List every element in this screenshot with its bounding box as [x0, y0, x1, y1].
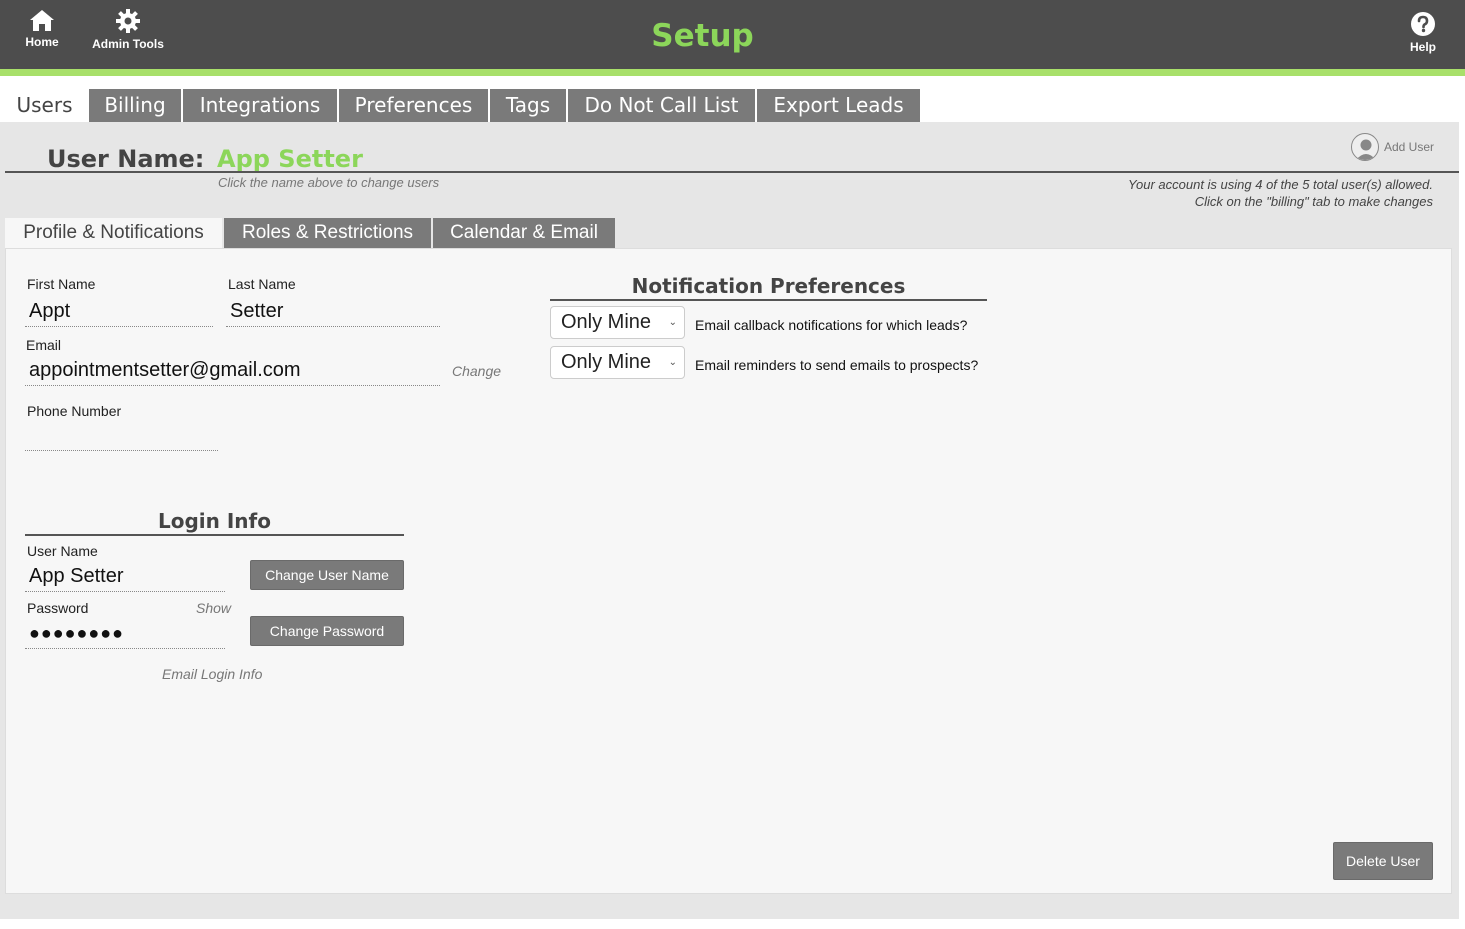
notification-preferences-title: Notification Preferences — [550, 274, 987, 301]
first-name-label: First Name — [27, 276, 96, 292]
email-reminder-label: Email reminders to send emails to prospe… — [695, 357, 979, 373]
help-nav-button[interactable]: Help — [1403, 11, 1443, 54]
current-user-selector[interactable]: App Setter — [217, 145, 363, 173]
top-bar: Home Admin Tools Setup Help — [0, 0, 1465, 69]
tab-preferences[interactable]: Preferences — [339, 89, 488, 122]
help-icon — [1411, 12, 1435, 36]
email-field[interactable]: appointmentsetter@gmail.com — [25, 356, 440, 386]
tab-integrations[interactable]: Integrations — [183, 89, 337, 122]
phone-number-label: Phone Number — [27, 403, 122, 419]
help-label: Help — [1409, 40, 1436, 54]
add-user-label: Add User — [1384, 140, 1435, 154]
tab-users[interactable]: Users — [0, 89, 89, 122]
show-password-link[interactable]: Show — [196, 600, 231, 616]
callback-notification-value: Only Mine — [561, 311, 652, 333]
callback-notification-label: Email callback notifications for which l… — [695, 317, 968, 333]
account-usage-info: Your account is using 4 of the 5 total u… — [1128, 176, 1433, 210]
first-name-field[interactable]: Appt — [25, 297, 213, 327]
password-label: Password — [27, 600, 89, 616]
callback-notification-select[interactable]: Only Mine ⌄ — [550, 306, 685, 339]
change-password-button[interactable]: Change Password — [250, 616, 404, 646]
chevron-down-icon: ⌄ — [668, 357, 677, 368]
subtab-calendar-email[interactable]: Calendar & Email — [433, 218, 615, 248]
change-username-button[interactable]: Change User Name — [250, 560, 404, 590]
user-avatar-icon — [1351, 133, 1379, 161]
last-name-field[interactable]: Setter — [226, 297, 440, 327]
email-label: Email — [26, 337, 62, 353]
account-usage-line: Your account is using 4 of the 5 total u… — [1128, 177, 1433, 192]
subtab-profile-notifications[interactable]: Profile & Notifications — [5, 218, 222, 248]
email-login-info-link[interactable]: Email Login Info — [162, 666, 262, 682]
login-info-title: Login Info — [25, 510, 404, 536]
profile-content: First Name Appt Last Name Setter Email a… — [5, 248, 1452, 894]
last-name-label: Last Name — [228, 276, 296, 292]
tab-export-leads[interactable]: Export Leads — [757, 89, 920, 122]
subtab-roles-restrictions[interactable]: Roles & Restrictions — [224, 218, 431, 248]
phone-number-field[interactable] — [25, 421, 218, 451]
users-panel: User Name: App Setter Click the name abo… — [0, 122, 1459, 919]
chevron-down-icon: ⌄ — [668, 317, 677, 328]
delete-user-button[interactable]: Delete User — [1333, 842, 1433, 880]
login-username-label: User Name — [27, 543, 98, 559]
user-header-divider — [5, 171, 1459, 173]
billing-hint-line: Click on the "billing" tab to make chang… — [1194, 194, 1433, 209]
change-user-hint: Click the name above to change users — [218, 175, 440, 190]
add-user-button[interactable]: Add User — [1351, 132, 1434, 162]
accent-divider — [0, 69, 1465, 76]
email-reminder-select[interactable]: Only Mine ⌄ — [550, 346, 685, 379]
change-email-link[interactable]: Change — [452, 363, 501, 379]
tab-do-not-call-list[interactable]: Do Not Call List — [568, 89, 755, 122]
page-title: Setup — [651, 18, 754, 54]
tab-tags[interactable]: Tags — [490, 89, 566, 122]
user-name-label: User Name: — [47, 145, 205, 173]
tab-billing[interactable]: Billing — [89, 89, 181, 122]
password-field: ●●●●●●●● — [25, 619, 225, 649]
login-username-field: App Setter — [25, 562, 225, 592]
email-reminder-value: Only Mine — [561, 351, 652, 373]
